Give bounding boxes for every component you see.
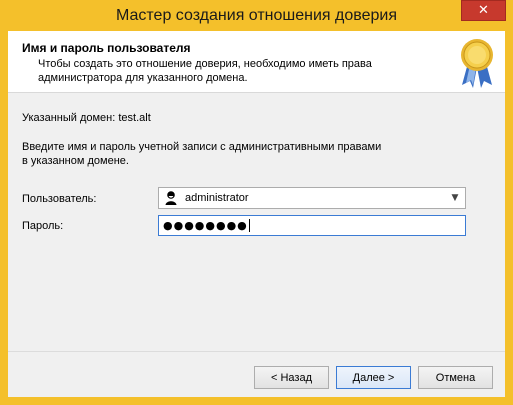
wizard-client-area: Имя и пароль пользователя Чтобы создать … — [8, 31, 505, 397]
domain-line: Указанный домен: test.alt — [22, 112, 151, 124]
instructions-text: Введите имя и пароль учетной записи с ад… — [22, 141, 382, 167]
close-button[interactable]: ✕ — [461, 0, 506, 21]
user-combobox[interactable]: administrator ▼ — [158, 187, 466, 209]
close-icon: ✕ — [478, 3, 489, 18]
back-button[interactable]: < Назад — [254, 366, 329, 389]
page-title: Имя и пароль пользователя — [22, 41, 191, 55]
user-value: administrator — [185, 192, 249, 204]
next-button[interactable]: Далее > — [336, 366, 411, 389]
user-account-icon — [165, 191, 177, 205]
wizard-header: Имя и пароль пользователя Чтобы создать … — [8, 31, 505, 93]
award-ribbon-icon — [461, 39, 493, 88]
password-field[interactable]: ●●●●●●●● — [158, 215, 466, 236]
cancel-button[interactable]: Отмена — [418, 366, 493, 389]
page-subtitle: Чтобы создать это отношение доверия, нео… — [38, 58, 372, 84]
wizard-window: Мастер создания отношения доверия ✕ Имя … — [0, 0, 513, 405]
window-title: Мастер создания отношения доверия — [116, 6, 397, 24]
chevron-down-icon[interactable]: ▼ — [449, 192, 461, 204]
password-label: Пароль: — [22, 220, 64, 232]
title-bar[interactable]: Мастер создания отношения доверия ✕ — [0, 0, 513, 31]
text-caret — [248, 219, 250, 232]
password-mask: ●●●●●●●● — [163, 219, 248, 232]
user-label: Пользователь: — [22, 193, 97, 205]
wizard-footer: < Назад Далее > Отмена — [8, 351, 505, 397]
